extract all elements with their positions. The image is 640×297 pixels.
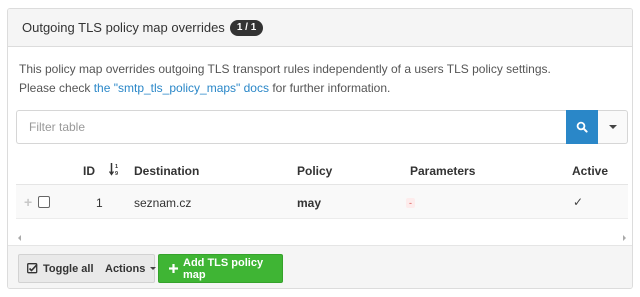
scroll-left-icon[interactable] (18, 235, 21, 241)
plus-icon (169, 264, 178, 273)
add-tls-policy-map-button[interactable]: Add TLS policy map (158, 254, 283, 283)
caret-down-icon (608, 125, 617, 129)
description-suffix: for further information. (268, 81, 391, 95)
panel-header: Outgoing TLS policy map overrides 1 / 1 (8, 9, 632, 47)
expand-plus-icon[interactable]: + (24, 195, 32, 209)
filter-input[interactable] (16, 110, 566, 144)
row-active: ✓ (573, 195, 584, 209)
docs-link[interactable]: the "smtp_tls_policy_maps" docs (94, 81, 269, 95)
col-policy-header[interactable]: Policy (297, 164, 332, 178)
svg-text:9: 9 (115, 171, 118, 176)
row-checkbox[interactable] (38, 196, 50, 208)
count-badge: 1 / 1 (229, 19, 264, 36)
filter-bar (16, 110, 628, 144)
description-prefix: Please check (19, 81, 94, 95)
sort-icon[interactable]: 1 9 (108, 162, 121, 179)
policy-table: ID 1 9 Destination Policy Parameters Act… (16, 155, 628, 219)
search-button[interactable] (566, 110, 598, 144)
table-row[interactable]: + 1 seznam.cz may - ✓ (16, 185, 628, 219)
horizontal-scrollbar[interactable] (16, 235, 628, 243)
tls-policy-panel: Outgoing TLS policy map overrides 1 / 1 … (7, 8, 633, 289)
checkbox-icon (27, 263, 38, 274)
col-active-header[interactable]: Active (572, 164, 608, 178)
table-header: ID 1 9 Destination Policy Parameters Act… (16, 155, 628, 185)
svg-text:1: 1 (115, 164, 118, 170)
row-policy: may (297, 196, 322, 210)
panel-title: Outgoing TLS policy map overrides (22, 20, 225, 35)
col-id-header[interactable]: ID (83, 164, 95, 178)
description: This policy map overrides outgoing TLS t… (19, 60, 619, 98)
row-id: 1 (96, 196, 103, 210)
toggle-all-label: Toggle all (43, 262, 94, 275)
actions-dropdown-button[interactable]: Actions (95, 254, 157, 283)
actions-label: Actions (105, 262, 146, 275)
description-line2: Please check the "smtp_tls_policy_maps" … (19, 79, 619, 98)
row-parameters: - (406, 198, 415, 208)
add-label: Add TLS policy map (183, 256, 264, 281)
description-line1: This policy map overrides outgoing TLS t… (19, 62, 551, 76)
table-footer: Toggle all Actions Add TLS policy map (8, 245, 632, 288)
row-destination: seznam.cz (134, 196, 192, 210)
scroll-right-icon[interactable] (623, 235, 626, 241)
col-parameters-header[interactable]: Parameters (410, 164, 475, 178)
caret-down-icon (150, 267, 157, 270)
col-destination-header[interactable]: Destination (134, 164, 199, 178)
toggle-all-button[interactable]: Toggle all (18, 254, 96, 283)
search-icon (576, 121, 588, 133)
filter-dropdown-button[interactable] (598, 110, 628, 144)
